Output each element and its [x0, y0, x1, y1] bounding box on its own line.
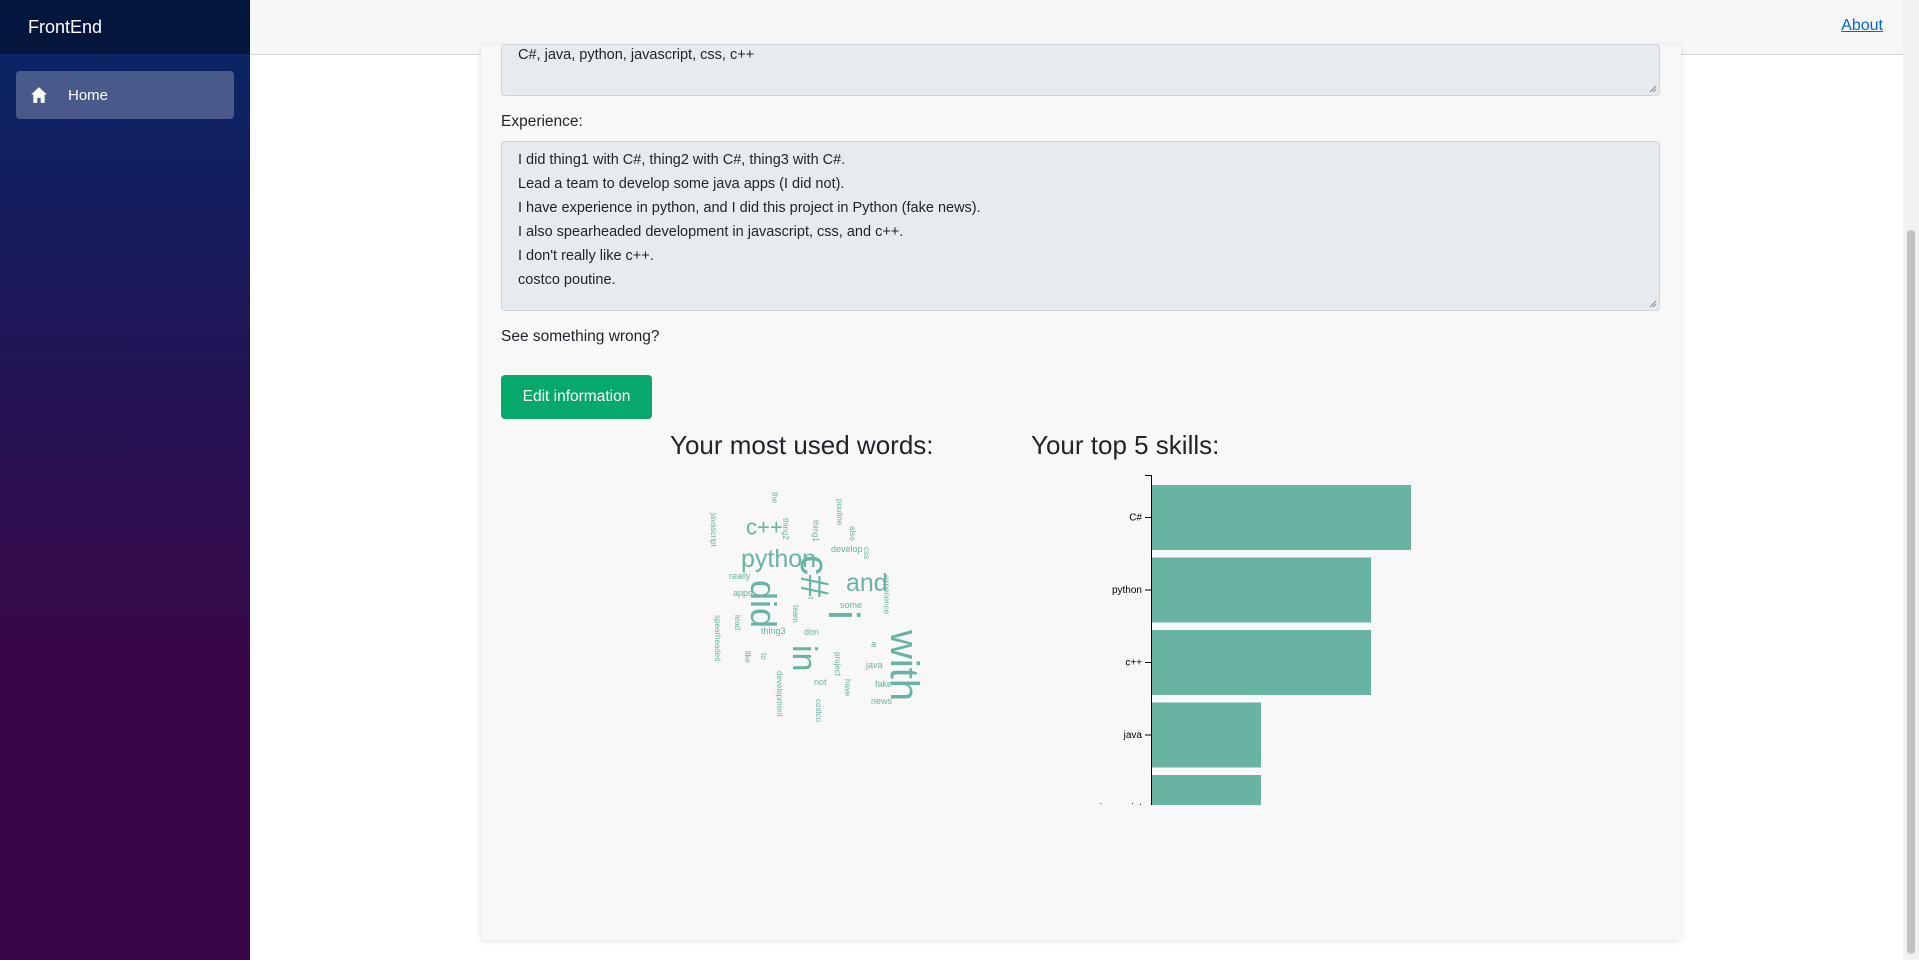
- wordcloud-word: javascript: [709, 512, 718, 548]
- y-tick-label: C#: [1129, 513, 1142, 524]
- wordcloud-word: not: [814, 677, 827, 687]
- wordcloud-word: thing1: [811, 520, 820, 542]
- skills-text: C#, java, python, javascript, css, c++: [518, 47, 755, 63]
- main-content: C#, java, python, javascript, css, c++ E…: [250, 44, 1903, 960]
- wordcloud-word: a: [871, 639, 876, 649]
- wordcloud-word: news: [871, 696, 893, 706]
- wordcloud-word: java: [865, 660, 883, 670]
- wordcloud-word: some: [840, 600, 862, 610]
- wordcloud-word: with: [882, 629, 926, 701]
- word-cloud: iwithc#didinpythonandc++javascriptthethi…: [709, 492, 926, 723]
- wordcloud-word: project: [833, 652, 842, 677]
- experience-line: Lead a team to develop some java apps (I…: [518, 176, 845, 192]
- wordcloud-word: like: [743, 651, 752, 664]
- wordcloud-word: costco: [814, 699, 823, 723]
- experience-line: costco poutine.: [518, 272, 616, 288]
- experience-textarea[interactable]: I did thing1 with C#, thing2 with C#, th…: [501, 141, 1660, 311]
- wordcloud-word: thing3: [761, 626, 786, 636]
- wordcloud-word: in: [785, 645, 823, 671]
- wordcloud-word: thing2: [781, 518, 790, 540]
- resize-grip-icon[interactable]: [1647, 298, 1657, 308]
- wordcloud-word: have: [843, 679, 852, 697]
- chart-bar: [1151, 485, 1411, 550]
- experience-line: I did thing1 with C#, thing2 with C#, th…: [518, 152, 846, 168]
- wordcloud-word: also: [848, 526, 857, 541]
- wordcloud-word: team: [791, 605, 800, 623]
- wordcloud-word: development: [775, 671, 784, 718]
- resize-grip-icon[interactable]: [1647, 83, 1657, 93]
- brand-bar: FrontEnd: [0, 0, 250, 54]
- skills-bar-chart: C#pythonc++javajavascript0123: [1099, 475, 1411, 806]
- y-tick-label: javascript: [1099, 803, 1142, 806]
- wrong-prompt: See something wrong?: [501, 328, 660, 345]
- wordcloud-word: don: [804, 627, 819, 637]
- wordcloud-word: poutine: [835, 499, 844, 526]
- wordcloud-word: the: [770, 492, 779, 504]
- experience-label: Experience:: [501, 113, 583, 130]
- wordcloud-word: lead: [733, 615, 742, 630]
- experience-line: I don't really like c++.: [518, 248, 654, 264]
- chart-bar: [1151, 630, 1371, 695]
- wordcloud-word: apps: [733, 588, 753, 598]
- wordcloud-word: css: [862, 547, 871, 559]
- page-scrollbar[interactable]: [1903, 0, 1919, 960]
- wordcloud-word: experience: [882, 575, 891, 615]
- wordcloud-title: Your most used words:: [670, 430, 934, 460]
- wordcloud-word: t: [806, 597, 815, 600]
- scrollbar-thumb[interactable]: [1907, 230, 1915, 954]
- experience-line: I have experience in python, and I did t…: [518, 200, 981, 216]
- chart-bar: [1151, 702, 1261, 768]
- wordcloud-word: i: [819, 610, 868, 620]
- sidebar-item-label: Home: [68, 86, 109, 104]
- brand-link[interactable]: FrontEnd: [28, 17, 102, 38]
- wordcloud-word: to: [759, 653, 768, 660]
- about-link[interactable]: About: [1841, 17, 1883, 35]
- wordcloud-word: and: [846, 569, 888, 597]
- skills-chart-title: Your top 5 skills:: [1031, 430, 1220, 460]
- wordcloud-word: c++: [746, 515, 783, 540]
- edit-information-button[interactable]: Edit information: [501, 375, 652, 419]
- profile-card: C#, java, python, javascript, css, c++ E…: [481, 44, 1681, 940]
- sidebar-item-home[interactable]: Home: [16, 71, 234, 119]
- y-tick-label: c++: [1125, 658, 1142, 669]
- chart-bar: [1151, 557, 1371, 623]
- y-axis: [1145, 475, 1152, 805]
- y-tick-label: java: [1123, 730, 1143, 741]
- sidebar: FrontEnd Home: [0, 0, 250, 960]
- skills-textarea[interactable]: C#, java, python, javascript, css, c++: [501, 44, 1660, 96]
- experience-line: I also spearheaded development in javasc…: [518, 224, 904, 240]
- wordcloud-word: develop: [831, 544, 863, 554]
- wordcloud-word: really: [729, 571, 751, 581]
- y-tick-label: python: [1112, 585, 1142, 596]
- chart-bar: [1151, 775, 1261, 805]
- home-icon: [30, 83, 54, 107]
- wordcloud-word: spearheaded: [713, 615, 722, 662]
- wordcloud-word: fake: [875, 679, 892, 689]
- wordcloud-word: python: [741, 545, 816, 573]
